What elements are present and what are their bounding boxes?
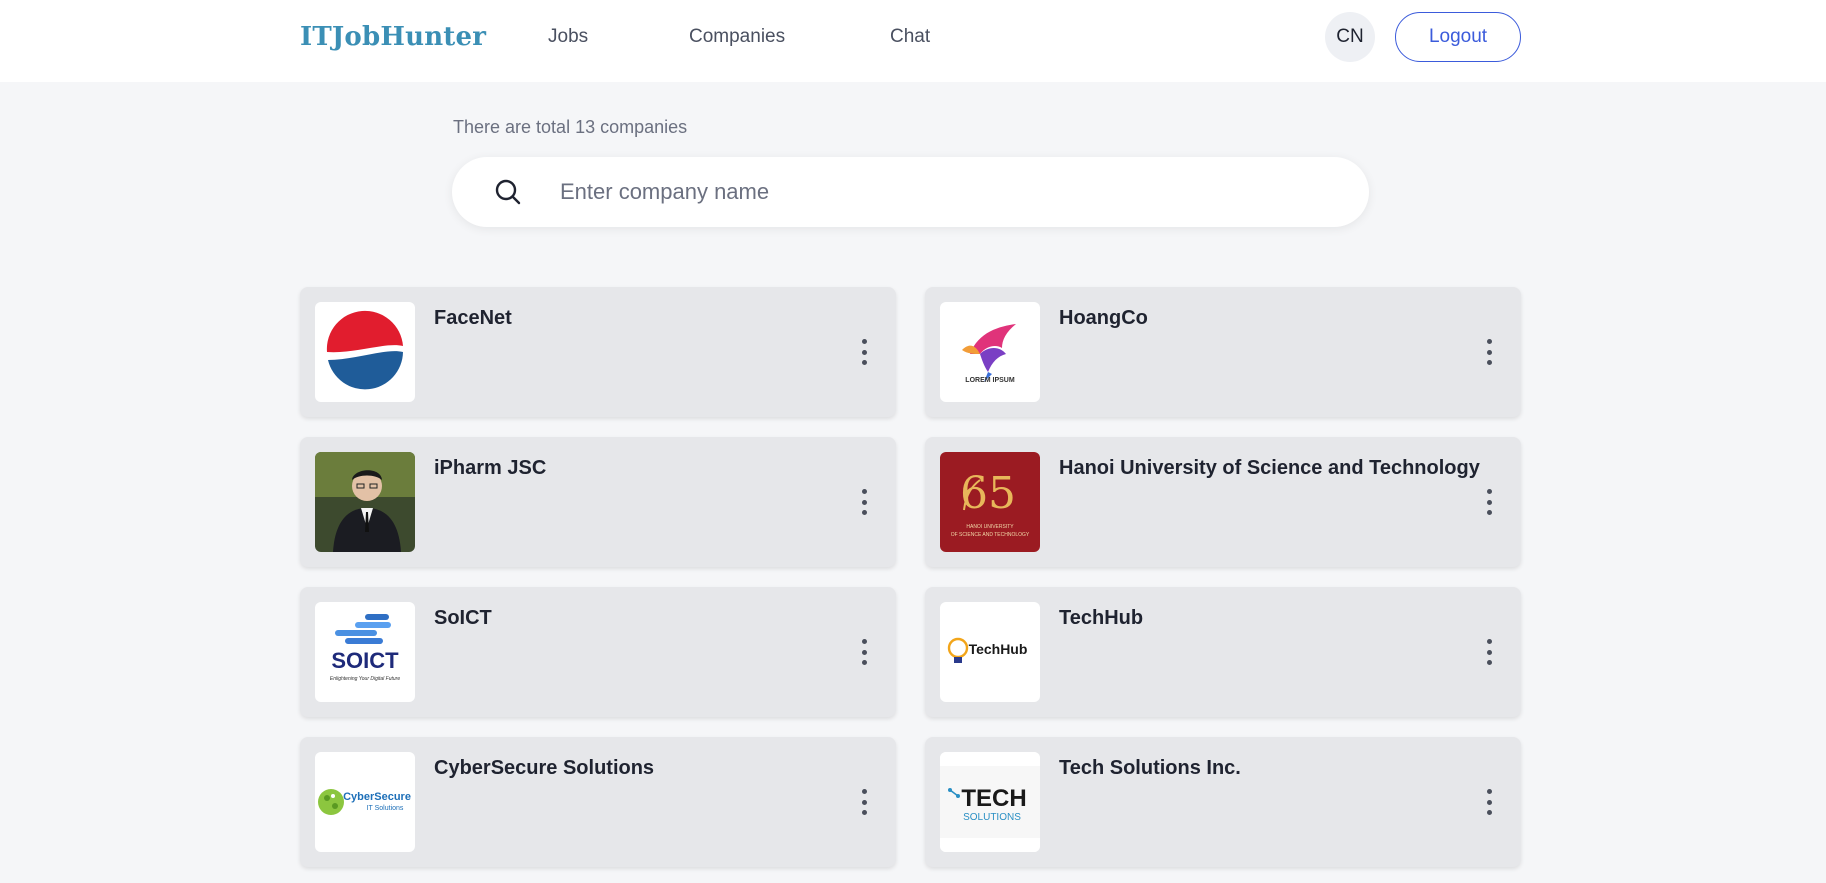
- logo-text: TECH: [961, 785, 1026, 812]
- search-icon: [495, 179, 521, 205]
- logo-text: TechHub: [969, 641, 1028, 657]
- company-card[interactable]: TechHub TechHub: [925, 587, 1521, 717]
- company-card[interactable]: 65 HANOI UNIVERSITY OF SCIENCE AND TECHN…: [925, 437, 1521, 567]
- company-name: Hanoi University of Science and Technolo…: [1059, 457, 1480, 479]
- more-options-icon[interactable]: [854, 489, 874, 515]
- logo-tagline: Enlightening Your Digital Future: [330, 676, 400, 682]
- company-logo: [315, 302, 415, 402]
- phoenix-bird-logo-icon: LOREM IPSUM: [962, 324, 1016, 384]
- logo-text: LOREM IPSUM: [965, 377, 1015, 384]
- more-options-icon[interactable]: [1479, 489, 1499, 515]
- company-name: Tech Solutions Inc.: [1059, 757, 1241, 779]
- company-name: FaceNet: [434, 307, 512, 329]
- more-options-icon[interactable]: [854, 339, 874, 365]
- companies-total-count: There are total 13 companies: [453, 117, 688, 137]
- company-logo: TECH SOLUTIONS: [940, 752, 1040, 852]
- company-logo: CyberSecure IT Solutions: [315, 752, 415, 852]
- company-card[interactable]: LOREM IPSUM HoangCo: [925, 287, 1521, 417]
- company-name: HoangCo: [1059, 307, 1148, 329]
- company-card[interactable]: SOICT Enlightening Your Digital Future S…: [300, 587, 896, 717]
- company-logo: LOREM IPSUM: [940, 302, 1040, 402]
- company-card[interactable]: CyberSecure IT Solutions CyberSecure Sol…: [300, 737, 896, 867]
- hust-65-logo-icon: 65 HANOI UNIVERSITY OF SCIENCE AND TECHN…: [940, 452, 1040, 552]
- company-logo: 65 HANOI UNIVERSITY OF SCIENCE AND TECHN…: [940, 452, 1040, 552]
- nav-chat[interactable]: Chat: [890, 26, 930, 48]
- more-options-icon[interactable]: [1479, 789, 1499, 815]
- tech-solutions-logo-icon: TECH SOLUTIONS: [940, 752, 1040, 852]
- company-card[interactable]: FaceNet: [300, 287, 896, 417]
- logo-text: SOICT: [331, 648, 399, 673]
- company-logo: [315, 452, 415, 552]
- person-photo-icon: [315, 452, 415, 552]
- logo-subtext: IT Solutions: [367, 805, 404, 812]
- more-options-icon[interactable]: [1479, 339, 1499, 365]
- soict-logo-icon: SOICT Enlightening Your Digital Future: [330, 614, 400, 682]
- more-options-icon[interactable]: [854, 789, 874, 815]
- company-card[interactable]: iPharm JSC: [300, 437, 896, 567]
- company-logo: SOICT Enlightening Your Digital Future: [315, 602, 415, 702]
- company-logo: TechHub: [940, 602, 1040, 702]
- language-toggle-button[interactable]: CN: [1325, 12, 1375, 62]
- logo-text: CyberSecure: [343, 791, 411, 803]
- more-options-icon[interactable]: [854, 639, 874, 665]
- lightbulb-logo-icon: TechHub: [947, 637, 1028, 663]
- logo-text: OF SCIENCE AND TECHNOLOGY: [951, 532, 1030, 538]
- search-input[interactable]: [560, 172, 1340, 212]
- nav-companies[interactable]: Companies: [689, 26, 785, 48]
- pepsi-style-globe-logo-icon: [326, 310, 403, 390]
- company-name: iPharm JSC: [434, 457, 547, 479]
- cybersecure-globe-logo-icon: CyberSecure IT Solutions: [318, 789, 411, 815]
- brand-logo[interactable]: ITJobHunter: [300, 22, 486, 52]
- company-name: CyberSecure Solutions: [434, 757, 655, 779]
- nav-jobs[interactable]: Jobs: [548, 26, 588, 48]
- more-options-icon[interactable]: [1479, 639, 1499, 665]
- logo-subtext: SOLUTIONS: [963, 812, 1021, 823]
- logout-button[interactable]: Logout: [1395, 12, 1521, 62]
- company-name: SoICT: [434, 607, 492, 629]
- company-name: TechHub: [1059, 607, 1144, 629]
- top-navbar: ITJobHunter Jobs Companies Chat CN Logou…: [0, 0, 1826, 82]
- company-card[interactable]: TECH SOLUTIONS Tech Solutions Inc.: [925, 737, 1521, 867]
- logo-text: HANOI UNIVERSITY: [966, 524, 1014, 530]
